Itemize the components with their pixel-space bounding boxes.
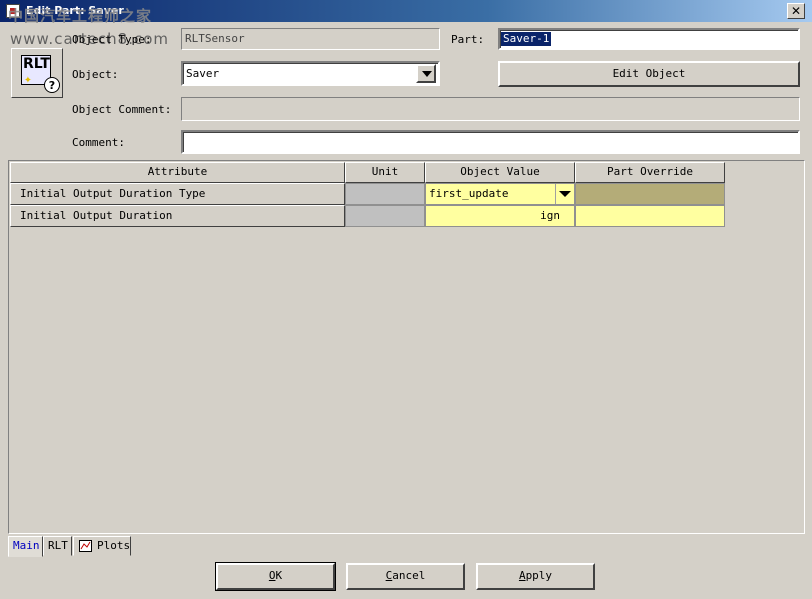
- row-header-initial-output-duration[interactable]: Initial Output Duration: [10, 205, 345, 227]
- object-type-field: RLTSensor: [181, 28, 440, 50]
- cancel-label-rest: ancel: [392, 569, 426, 582]
- object-value-dropdown[interactable]: first_update: [425, 183, 575, 205]
- close-icon: ✕: [790, 4, 802, 18]
- attribute-table[interactable]: Attribute Unit Object Value Part Overrid…: [8, 160, 805, 534]
- chevron-down-icon[interactable]: [555, 184, 573, 204]
- object-value-cell[interactable]: ign: [425, 205, 575, 227]
- tab-rlt[interactable]: RLT: [43, 536, 72, 556]
- watermark-text: 中国汽车工程师之家: [8, 7, 153, 25]
- chevron-down-icon[interactable]: [416, 64, 436, 83]
- object-comment-label: Object Comment:: [72, 103, 172, 116]
- ok-mnemonic: O: [268, 569, 276, 582]
- apply-mnemonic: A: [518, 569, 526, 582]
- dropdown-arrow: [559, 191, 571, 197]
- tab-plots[interactable]: Plots: [73, 536, 131, 556]
- part-field-value: Saver-1: [501, 32, 552, 46]
- apply-button[interactable]: Apply: [476, 563, 595, 590]
- close-button[interactable]: ✕: [787, 3, 805, 19]
- object-select-value: Saver: [186, 67, 220, 80]
- tab-plots-label: Plots: [97, 539, 131, 552]
- star-icon: ✦: [24, 72, 32, 87]
- ok-label-rest: K: [275, 569, 283, 582]
- cancel-button[interactable]: Cancel: [346, 563, 465, 590]
- column-header-attribute[interactable]: Attribute: [10, 162, 345, 183]
- unit-cell: [345, 205, 425, 227]
- tab-main[interactable]: Main: [8, 536, 43, 557]
- edit-object-button[interactable]: Edit Object: [498, 61, 800, 87]
- comment-label: Comment:: [72, 136, 125, 149]
- row-header-initial-output-duration-type[interactable]: Initial Output Duration Type: [10, 183, 345, 205]
- object-type-label: Object Type:: [72, 33, 152, 46]
- column-header-part-override[interactable]: Part Override: [575, 162, 725, 183]
- column-header-object-value[interactable]: Object Value: [425, 162, 575, 183]
- rlt-icon-label: RLT: [23, 56, 50, 72]
- apply-label-rest: pply: [525, 569, 553, 582]
- part-field[interactable]: Saver-1: [498, 28, 800, 50]
- comment-input[interactable]: [181, 130, 800, 154]
- part-override-cell[interactable]: [575, 183, 725, 205]
- rlt-icon[interactable]: RLT ✦ ?: [11, 48, 63, 98]
- column-header-unit[interactable]: Unit: [345, 162, 425, 183]
- part-override-cell[interactable]: [575, 205, 725, 227]
- part-label: Part:: [451, 33, 485, 46]
- chart-icon: [79, 540, 92, 552]
- object-value-text: first_update: [429, 187, 509, 200]
- object-label: Object:: [72, 68, 119, 81]
- ok-button[interactable]: OK: [216, 563, 335, 590]
- object-select[interactable]: Saver: [181, 61, 440, 86]
- help-icon: ?: [44, 77, 60, 93]
- unit-cell: [345, 183, 425, 205]
- object-comment-field: [181, 97, 800, 121]
